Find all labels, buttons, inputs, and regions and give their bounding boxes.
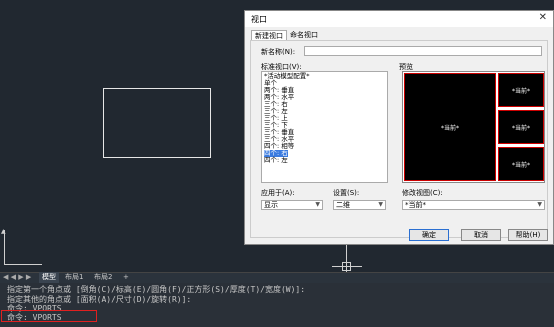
new-name-label: 新名称(N): — [261, 48, 296, 56]
layout-nav-arrows[interactable]: ◀ ◀ ▶ ▶ — [3, 272, 31, 283]
chevron-down-icon: ▼ — [378, 201, 383, 208]
standard-viewports-list[interactable]: *活动模型配置* 单个 两个: 垂直 两个: 水平 三个: 右 三个: 左 三个… — [261, 71, 388, 183]
ok-button[interactable]: 确定 — [409, 229, 449, 241]
ucs-y-axis — [4, 230, 5, 265]
tab-layout1[interactable]: 布局1 — [62, 272, 86, 283]
tab-layout2[interactable]: 布局2 — [91, 272, 115, 283]
change-view-label: 修改视图(C): — [402, 189, 443, 197]
ucs-x-axis — [4, 264, 42, 265]
setup-select[interactable]: 二维 ▼ — [333, 200, 386, 210]
tab-model[interactable]: 模型 — [39, 272, 59, 283]
tab-named-viewports[interactable]: 命名视口 — [287, 30, 321, 40]
change-view-value: *当前* — [405, 201, 426, 209]
help-button[interactable]: 帮助(H) — [508, 229, 548, 241]
preview-viewport-bottom-right[interactable]: *当前* — [498, 147, 544, 181]
setup-value: 二维 — [336, 201, 350, 209]
change-view-select[interactable]: *当前* ▼ — [402, 200, 545, 210]
highlight-box — [1, 310, 97, 322]
list-item[interactable]: 四个: 左 — [264, 157, 288, 164]
setup-label: 设置(S): — [333, 189, 360, 197]
ucs-arrow-icon: ▲ — [1, 228, 6, 235]
drawn-rectangle[interactable] — [103, 88, 211, 158]
dialog-titlebar[interactable]: 视口 ✕ — [245, 11, 553, 27]
chevron-down-icon: ▼ — [315, 201, 320, 208]
tab-add[interactable]: + — [120, 272, 132, 283]
crosshair-pickbox — [342, 262, 351, 271]
preview-viewport-top-right[interactable]: *当前* — [498, 73, 544, 107]
apply-to-select[interactable]: 显示 ▼ — [261, 200, 323, 210]
apply-to-label: 应用于(A): — [261, 189, 295, 197]
viewport-preview: *当前* *当前* *当前* *当前* — [402, 71, 545, 183]
close-icon[interactable]: ✕ — [539, 12, 547, 23]
preview-viewport-main[interactable]: *当前* — [404, 73, 496, 181]
preview-viewport-middle-right[interactable]: *当前* — [498, 110, 544, 144]
dialog-title: 视口 — [251, 15, 267, 24]
new-name-input[interactable] — [304, 46, 542, 56]
apply-to-value: 显示 — [264, 201, 278, 209]
cancel-button[interactable]: 取消 — [461, 229, 501, 241]
chevron-down-icon: ▼ — [537, 201, 542, 208]
viewports-dialog: 视口 ✕ 新建视口 命名视口 新名称(N): 标准视口(V): 预览 *活动模型… — [244, 10, 554, 245]
